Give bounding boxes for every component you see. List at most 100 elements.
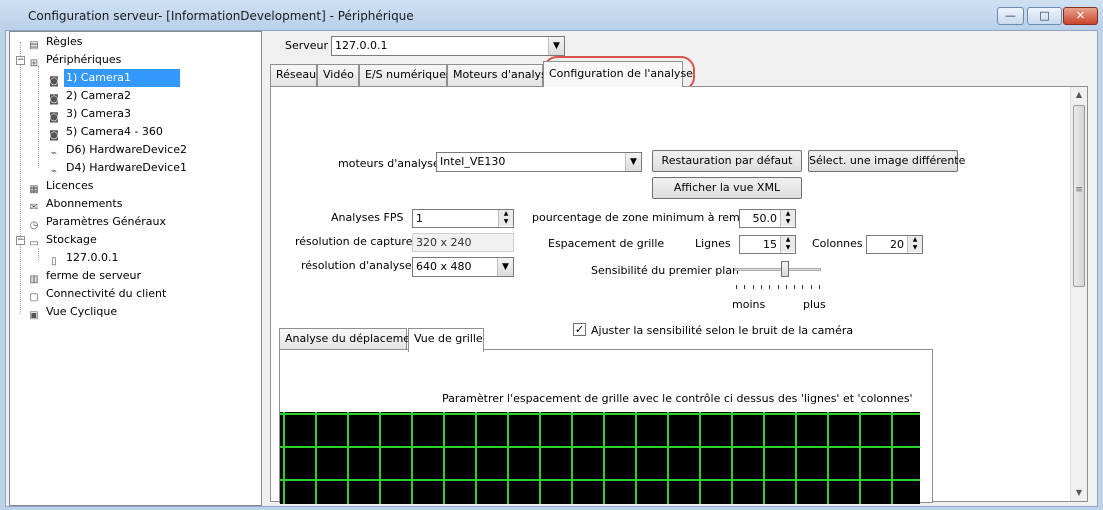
chevron-down-icon: ▼ bbox=[497, 258, 513, 276]
chevron-down-icon: ▼ bbox=[625, 153, 641, 171]
scroll-up-icon[interactable]: ▲ bbox=[1071, 87, 1087, 103]
expand-devices-toggle[interactable]: − bbox=[16, 56, 25, 65]
min-zone-spin-buttons[interactable]: ▲ ▼ bbox=[780, 210, 795, 227]
select-image-button[interactable]: Sélect. une image différente bbox=[808, 150, 965, 172]
subtab-grid-view[interactable]: Vue de grille bbox=[408, 328, 484, 352]
tree-item-devices[interactable]: ⊞ Périphériques bbox=[26, 51, 123, 69]
tree-item-camera1[interactable]: ◙ 1) Camera1 bbox=[46, 69, 180, 87]
tree-item-hardware-device2[interactable]: ⌁ D6) HardwareDevice2 bbox=[46, 141, 189, 159]
grid-spacing-label: Espacement de grille bbox=[548, 237, 665, 250]
slider-tick bbox=[810, 285, 812, 289]
navigation-tree: ▤ Règles − ⊞ Périphériques ◙ 1) Camera1 ◙ 2)… bbox=[9, 31, 262, 506]
fps-spin-buttons[interactable]: ▲ ▼ bbox=[498, 210, 513, 227]
analysis-engine-select[interactable]: Intel_VE130 ▼ bbox=[436, 152, 642, 172]
analysis-engine-label: moteurs d'analyse bbox=[338, 157, 440, 170]
spin-up-icon[interactable]: ▲ bbox=[781, 210, 795, 218]
window-title: Configuration serveur- [InformationDevel… bbox=[28, 9, 414, 23]
columns-label: Colonnes bbox=[812, 237, 863, 250]
cyclic-view-icon: ▣ bbox=[29, 310, 39, 321]
slider-tick bbox=[744, 285, 746, 289]
tree-item-camera4[interactable]: ◙ 5) Camera4 - 360 bbox=[46, 123, 165, 141]
rows-spinner[interactable]: 15 ▲ ▼ bbox=[739, 235, 796, 254]
tree-item-server-farm[interactable]: ▥ ferme de serveur bbox=[26, 267, 143, 285]
content-area: Serveur 127.0.0.1 ▼ Réseau Vidéo E/S num… bbox=[264, 31, 1098, 506]
storage-icon: ▭ bbox=[29, 238, 39, 249]
spin-up-icon[interactable]: ▲ bbox=[499, 210, 513, 218]
min-zone-spinner[interactable]: 50.0 ▲ ▼ bbox=[739, 209, 796, 228]
slider-tick bbox=[785, 285, 787, 289]
title-bar: Configuration serveur- [InformationDevel… bbox=[0, 0, 1103, 30]
rows-spin-buttons[interactable]: ▲ ▼ bbox=[780, 236, 795, 253]
tree-item-general-settings[interactable]: ◷ Paramètres Généraux bbox=[26, 213, 168, 231]
devices-icon: ⊞ bbox=[29, 58, 39, 69]
tree-item-storage[interactable]: ▭ Stockage bbox=[26, 231, 99, 249]
tree-item-client-connectivity[interactable]: ▢ Connectivité du client bbox=[26, 285, 168, 303]
server-label: Serveur bbox=[285, 39, 329, 52]
fps-spinner[interactable]: 1 ▲ ▼ bbox=[412, 209, 514, 228]
tree-item-subscriptions[interactable]: ✉ Abonnements bbox=[26, 195, 124, 213]
tab-network[interactable]: Réseau bbox=[270, 64, 317, 86]
sensitivity-slider-thumb[interactable] bbox=[781, 261, 790, 277]
scroll-down-icon[interactable]: ▼ bbox=[1071, 485, 1087, 501]
sensitivity-slider-track[interactable] bbox=[734, 268, 821, 271]
noise-adjust-checkbox[interactable]: ✓ bbox=[573, 323, 586, 336]
grid-preview[interactable] bbox=[280, 412, 920, 504]
slider-tick bbox=[752, 285, 754, 289]
subtab-motion-analysis[interactable]: Analyse du déplacement bbox=[279, 328, 421, 350]
tree-item-cyclic-view[interactable]: ▣ Vue Cyclique bbox=[26, 303, 119, 321]
scroll-grip-icon: ≡ bbox=[1075, 185, 1083, 195]
sensitivity-more-label: plus bbox=[803, 298, 826, 311]
tab-analysis-engines[interactable]: Moteurs d'analyse bbox=[447, 64, 554, 86]
rows-label: Lignes bbox=[695, 237, 731, 250]
server-select-value: 127.0.0.1 bbox=[335, 39, 388, 52]
maximize-button[interactable]: □ bbox=[1027, 7, 1062, 25]
fps-value: 1 bbox=[416, 212, 423, 225]
spin-down-icon[interactable]: ▼ bbox=[499, 218, 513, 226]
tree-item-camera2[interactable]: ◙ 2) Camera2 bbox=[46, 87, 133, 105]
slider-tick bbox=[819, 285, 820, 289]
min-zone-value: 50.0 bbox=[752, 212, 778, 225]
rows-value: 15 bbox=[763, 238, 777, 251]
capture-resolution-label: résolution de capture bbox=[295, 235, 413, 248]
spin-down-icon[interactable]: ▼ bbox=[908, 244, 922, 252]
tree-item-hardware-device1[interactable]: ⌁ D4) HardwareDevice1 bbox=[46, 159, 189, 177]
restore-default-button[interactable]: Restauration par défaut bbox=[652, 150, 802, 172]
tree-item-licences[interactable]: ▦ Licences bbox=[26, 177, 96, 195]
tree-item-rules[interactable]: ▤ Règles bbox=[26, 33, 84, 51]
expand-storage-toggle[interactable]: − bbox=[16, 236, 25, 245]
tab-video[interactable]: Vidéo bbox=[317, 64, 359, 86]
slider-tick bbox=[736, 285, 737, 289]
server-select[interactable]: 127.0.0.1 ▼ bbox=[331, 36, 565, 56]
chevron-down-icon: ▼ bbox=[548, 37, 564, 55]
slider-tick bbox=[777, 285, 779, 289]
slider-tick bbox=[802, 285, 804, 289]
grid-view-panel: Paramètrer l'espacement de grille avec l… bbox=[279, 349, 933, 504]
tab-analysis-configuration[interactable]: Configuration de l'analyse bbox=[543, 61, 693, 87]
close-button[interactable]: ✕ bbox=[1063, 7, 1098, 25]
vertical-scrollbar[interactable]: ▲ ≡ ▼ bbox=[1070, 87, 1087, 501]
spin-up-icon[interactable]: ▲ bbox=[908, 236, 922, 244]
slider-tick bbox=[760, 285, 762, 289]
spin-up-icon[interactable]: ▲ bbox=[781, 236, 795, 244]
show-xml-button[interactable]: Afficher la vue XML bbox=[652, 177, 802, 199]
columns-spin-buttons[interactable]: ▲ ▼ bbox=[907, 236, 922, 253]
slider-tick bbox=[794, 285, 796, 289]
spin-down-icon[interactable]: ▼ bbox=[781, 218, 795, 226]
analysis-resolution-select[interactable]: 640 x 480 ▼ bbox=[412, 257, 514, 277]
tree-connector-root bbox=[20, 42, 21, 314]
tab-digital-io[interactable]: E/S numériques bbox=[359, 64, 452, 86]
foreground-sensitivity-label: Sensibilité du premier plan bbox=[591, 264, 740, 277]
min-zone-label: pourcentage de zone minimum à rempl bbox=[532, 211, 750, 224]
minimize-button[interactable]: — bbox=[997, 7, 1024, 25]
fps-label: Analyses FPS bbox=[331, 211, 404, 224]
analysis-engine-value: Intel_VE130 bbox=[440, 155, 506, 168]
tree-item-storage-server[interactable]: ▯ 127.0.0.1 bbox=[46, 249, 120, 267]
tree-item-camera3[interactable]: ◙ 3) Camera3 bbox=[46, 105, 133, 123]
grid-lines bbox=[280, 412, 920, 504]
scroll-thumb[interactable]: ≡ bbox=[1073, 105, 1085, 287]
spin-down-icon[interactable]: ▼ bbox=[781, 244, 795, 252]
grid-view-instruction: Paramètrer l'espacement de grille avec l… bbox=[442, 392, 913, 405]
check-icon: ✓ bbox=[574, 323, 585, 336]
noise-adjust-label: Ajuster la sensibilité selon le bruit de… bbox=[591, 324, 854, 337]
columns-spinner[interactable]: 20 ▲ ▼ bbox=[866, 235, 923, 254]
